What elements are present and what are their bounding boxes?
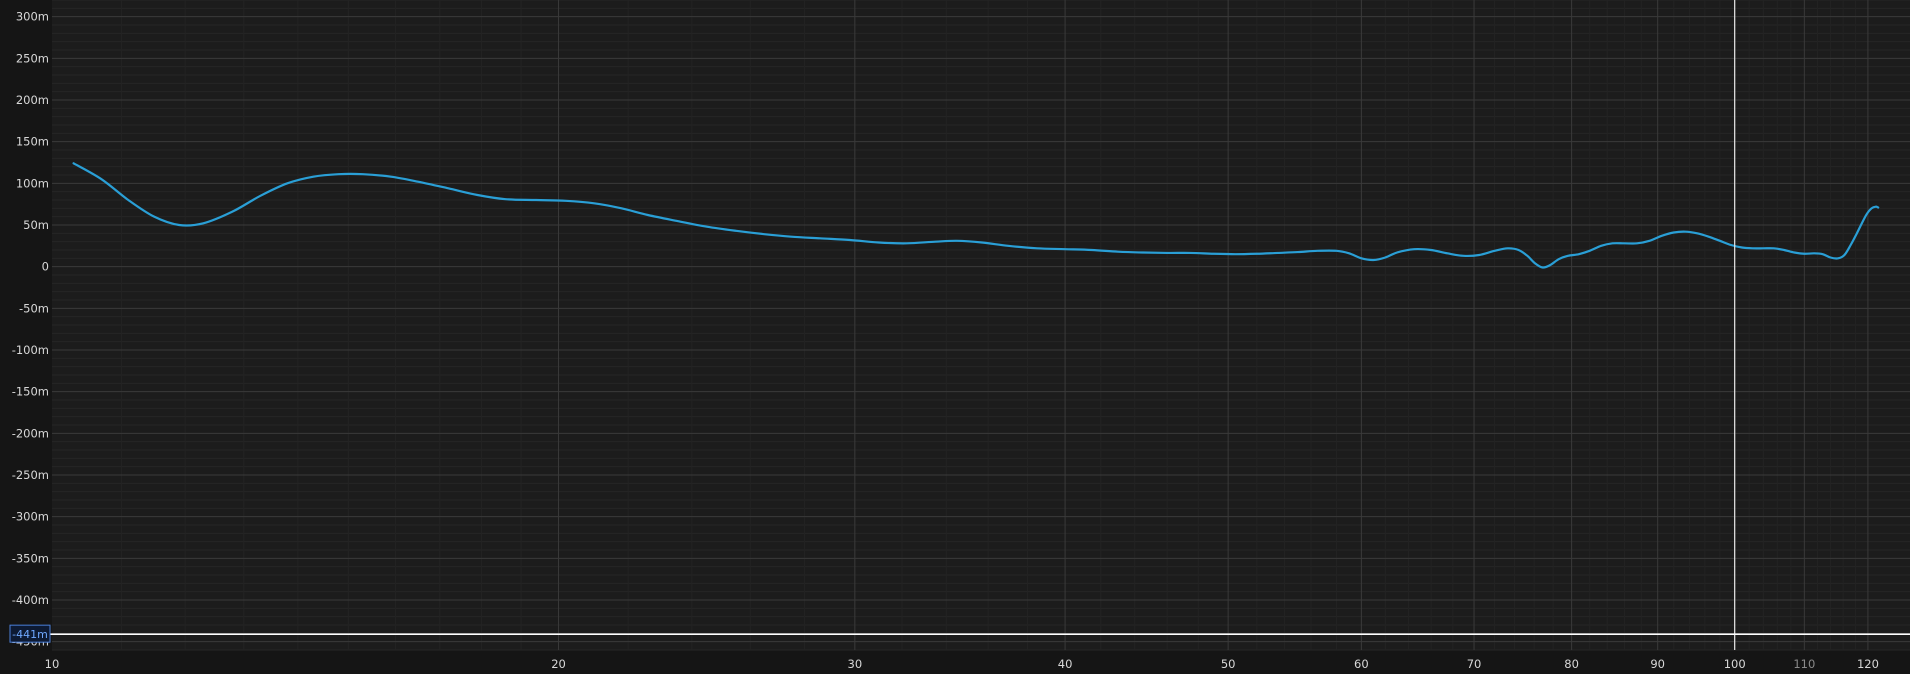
y-tick-label: -400m	[12, 593, 49, 607]
eq-plot[interactable]: 300m 250m 200m 150m 100m 50m 0 -50m -100m -150m -2…	[0, 0, 1910, 674]
y-tick-label: -350m	[12, 551, 49, 565]
x-tick-label: 30	[848, 657, 863, 671]
x-tick-label: 110	[1793, 657, 1815, 671]
x-tick-label: 50	[1221, 657, 1236, 671]
y-tick-label: 250m	[16, 51, 49, 65]
y-tick-label: -300m	[12, 510, 49, 524]
x-tick-label: 40	[1058, 657, 1073, 671]
cursor-label-text: -441m	[12, 628, 48, 641]
y-tick-label: -100m	[12, 343, 49, 357]
x-tick-label: 120	[1857, 657, 1879, 671]
x-tick-label: 100	[1724, 657, 1746, 671]
x-tick-label: 70	[1467, 657, 1482, 671]
y-tick-label: -200m	[12, 426, 49, 440]
y-tick-label: 0	[42, 260, 49, 274]
x-tick-label: 10	[45, 657, 60, 671]
y-tick-label: -250m	[12, 468, 49, 482]
y-tick-label: 100m	[16, 176, 49, 190]
y-tick-label: 50m	[23, 218, 49, 232]
y-tick-label: 300m	[16, 10, 49, 24]
x-tick-label: 80	[1564, 657, 1579, 671]
y-tick-label: -50m	[19, 301, 49, 315]
y-tick-label: 200m	[16, 93, 49, 107]
x-tick-label: 60	[1354, 657, 1369, 671]
y-tick-label: -150m	[12, 385, 49, 399]
cursor-y-readout: -441m	[9, 624, 51, 643]
y-tick-label: 150m	[16, 135, 49, 149]
x-tick-label: 90	[1650, 657, 1665, 671]
x-tick-label: 20	[551, 657, 566, 671]
